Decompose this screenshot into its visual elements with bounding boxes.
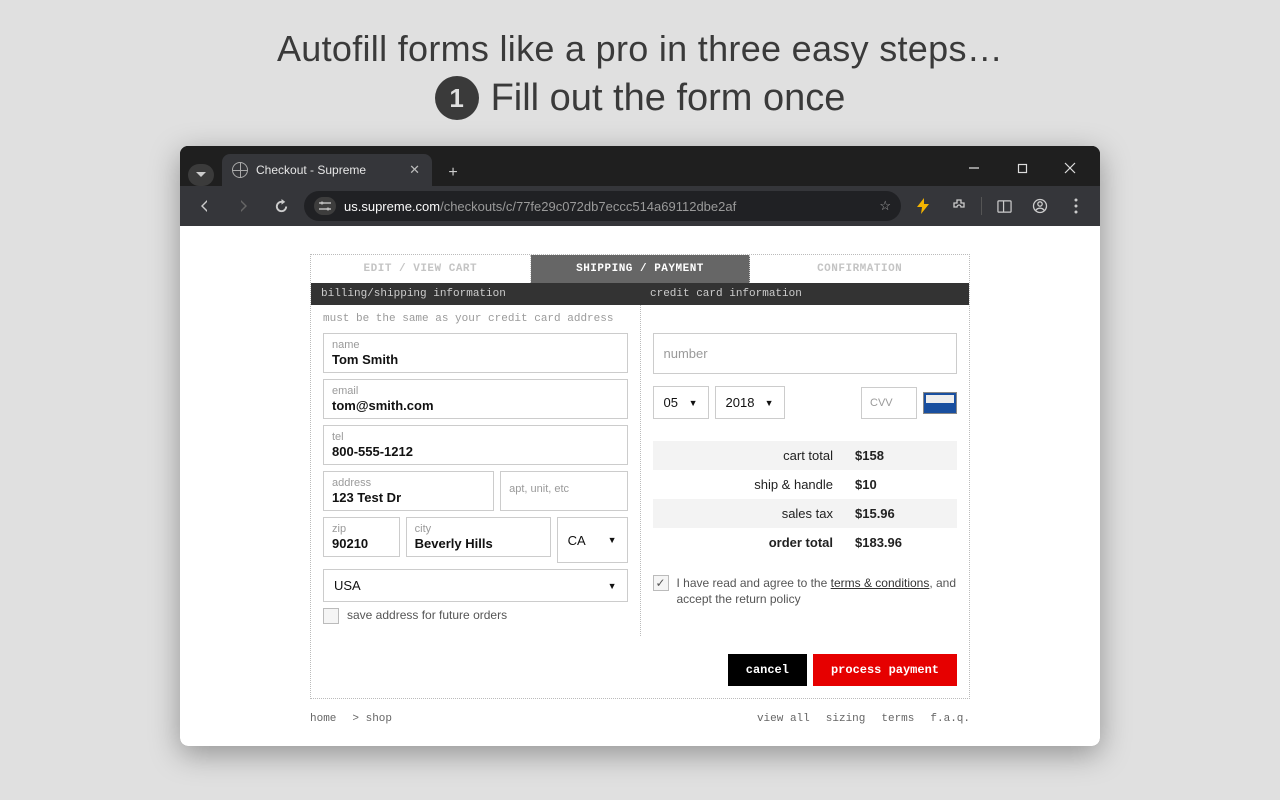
browser-tab[interactable]: Checkout - Supreme ✕ bbox=[222, 154, 432, 186]
new-tab-button[interactable]: + bbox=[440, 160, 466, 186]
tax-value: $15.96 bbox=[855, 506, 945, 521]
tab-strip: Checkout - Supreme ✕ + bbox=[180, 146, 1100, 186]
url-host: us.supreme.com bbox=[344, 199, 440, 214]
site-settings-icon[interactable] bbox=[314, 197, 336, 215]
exp-year-value: 2018 bbox=[726, 395, 755, 410]
footer-terms-link[interactable]: terms bbox=[881, 713, 914, 725]
tel-value: 800-555-1212 bbox=[332, 444, 619, 459]
globe-icon bbox=[232, 162, 248, 178]
chevron-down-icon: ▼ bbox=[765, 398, 774, 408]
tel-field[interactable]: tel 800-555-1212 bbox=[323, 425, 628, 465]
close-tab-icon[interactable]: ✕ bbox=[407, 162, 422, 178]
address-field[interactable]: address 123 Test Dr bbox=[323, 471, 494, 511]
cart-total-value: $158 bbox=[855, 448, 945, 463]
exp-month-select[interactable]: 05 ▼ bbox=[653, 386, 709, 419]
city-value: Beverly Hills bbox=[415, 536, 542, 551]
reload-button[interactable] bbox=[266, 191, 296, 221]
terms-text: I have read and agree to the terms & con… bbox=[677, 575, 958, 607]
toolbar-separator bbox=[981, 197, 982, 215]
sidepanel-icon[interactable] bbox=[990, 192, 1018, 220]
order-total-value: $183.96 bbox=[855, 535, 945, 550]
bookmark-star-icon[interactable]: ☆ bbox=[879, 198, 891, 214]
name-value: Tom Smith bbox=[332, 352, 619, 367]
promo-title: Autofill forms like a pro in three easy … bbox=[0, 28, 1280, 70]
order-total-label: order total bbox=[665, 535, 856, 550]
terms-checkbox[interactable] bbox=[653, 575, 669, 591]
tab-shipping-payment[interactable]: SHIPPING / PAYMENT bbox=[531, 255, 751, 283]
minimize-button[interactable] bbox=[952, 154, 996, 182]
tax-label: sales tax bbox=[665, 506, 856, 521]
terms-link[interactable]: terms & conditions bbox=[831, 576, 930, 590]
email-value: tom@smith.com bbox=[332, 398, 619, 413]
kebab-menu-icon[interactable] bbox=[1062, 192, 1090, 220]
email-field[interactable]: email tom@smith.com bbox=[323, 379, 628, 419]
zip-field[interactable]: zip 90210 bbox=[323, 517, 400, 557]
zip-label: zip bbox=[332, 523, 391, 535]
extensions-icon[interactable] bbox=[945, 192, 973, 220]
url-path: /checkouts/c/77fe29c072db7eccc514a69112d… bbox=[440, 199, 736, 214]
address-value: 123 Test Dr bbox=[332, 490, 485, 505]
tel-label: tel bbox=[332, 431, 619, 443]
ship-label: ship & handle bbox=[665, 477, 856, 492]
country-select[interactable]: USA ▼ bbox=[323, 569, 628, 602]
browser-window: Checkout - Supreme ✕ + bbox=[180, 146, 1100, 746]
zip-value: 90210 bbox=[332, 536, 391, 551]
address-bar[interactable]: us.supreme.com/checkouts/c/77fe29c072db7… bbox=[304, 191, 901, 221]
chevron-down-icon: ▼ bbox=[689, 398, 698, 408]
chevron-down-icon: ▼ bbox=[608, 535, 617, 545]
card-back-icon bbox=[923, 392, 957, 414]
page-content: EDIT / VIEW CART SHIPPING / PAYMENT CONF… bbox=[180, 226, 1100, 746]
tab-confirmation[interactable]: CONFIRMATION bbox=[750, 255, 969, 283]
apt-field[interactable]: apt, unit, etc bbox=[500, 471, 627, 511]
tab-edit-cart[interactable]: EDIT / VIEW CART bbox=[311, 255, 531, 283]
autofill-extension-icon[interactable] bbox=[909, 192, 937, 220]
profile-icon[interactable] bbox=[1026, 192, 1054, 220]
email-label: email bbox=[332, 385, 619, 397]
credit-header: credit card information bbox=[640, 283, 969, 305]
name-label: name bbox=[332, 339, 619, 351]
state-select[interactable]: CA ▼ bbox=[557, 517, 628, 563]
maximize-button[interactable] bbox=[1000, 154, 1044, 182]
billing-header: billing/shipping information bbox=[311, 283, 640, 305]
cvv-placeholder: CVV bbox=[870, 393, 908, 413]
forward-button[interactable] bbox=[228, 191, 258, 221]
cvv-field[interactable]: CVV bbox=[861, 387, 917, 419]
state-value: CA bbox=[568, 533, 586, 548]
apt-placeholder: apt, unit, etc bbox=[509, 477, 618, 501]
exp-month-value: 05 bbox=[664, 395, 678, 410]
browser-toolbar: us.supreme.com/checkouts/c/77fe29c072db7… bbox=[180, 186, 1100, 226]
country-value: USA bbox=[334, 578, 361, 593]
city-label: city bbox=[415, 523, 542, 535]
footer-view-all-link[interactable]: view all bbox=[757, 713, 810, 725]
cancel-button[interactable]: cancel bbox=[728, 654, 807, 686]
exp-year-select[interactable]: 2018 ▼ bbox=[715, 386, 785, 419]
footer-sizing-link[interactable]: sizing bbox=[826, 713, 866, 725]
ship-value: $10 bbox=[855, 477, 945, 492]
footer-home-link[interactable]: home bbox=[310, 713, 336, 725]
process-payment-button[interactable]: process payment bbox=[813, 654, 957, 686]
footer-faq-link[interactable]: f.a.q. bbox=[930, 713, 970, 725]
back-button[interactable] bbox=[190, 191, 220, 221]
address-label: address bbox=[332, 477, 485, 489]
billing-note: must be the same as your credit card add… bbox=[323, 313, 628, 325]
save-address-label: save address for future orders bbox=[347, 608, 507, 622]
footer-shop-link[interactable]: > shop bbox=[352, 713, 392, 725]
card-number-field[interactable]: number bbox=[653, 333, 958, 374]
tab-search-dropdown[interactable] bbox=[188, 164, 214, 186]
save-address-checkbox[interactable] bbox=[323, 608, 339, 624]
step-number-badge: 1 bbox=[435, 76, 479, 120]
chevron-down-icon: ▼ bbox=[608, 581, 617, 591]
name-field[interactable]: name Tom Smith bbox=[323, 333, 628, 373]
close-window-button[interactable] bbox=[1048, 154, 1092, 182]
cart-total-label: cart total bbox=[665, 448, 856, 463]
city-field[interactable]: city Beverly Hills bbox=[406, 517, 551, 557]
step-text: Fill out the form once bbox=[491, 77, 846, 120]
tab-title: Checkout - Supreme bbox=[256, 163, 366, 177]
